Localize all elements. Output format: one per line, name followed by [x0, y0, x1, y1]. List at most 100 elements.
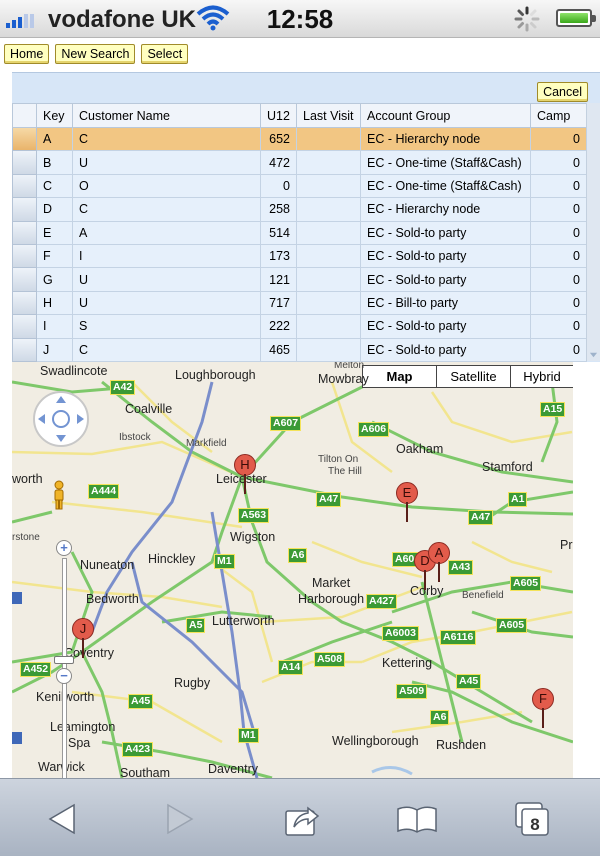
place-label: Wigston — [230, 530, 276, 544]
new-search-button[interactable]: New Search — [55, 44, 136, 64]
street-view-pegman-icon[interactable] — [52, 480, 66, 510]
road-shield: A563 — [238, 508, 270, 523]
column-header-select — [12, 103, 37, 128]
row-selector[interactable] — [12, 267, 37, 292]
scroll-down-icon[interactable] — [589, 350, 598, 359]
map-marker-e[interactable]: E — [396, 482, 418, 524]
map-pan-control[interactable] — [32, 390, 90, 453]
last-visit-cell — [296, 126, 361, 152]
place-label: Kettering — [382, 656, 433, 670]
map-marker-a[interactable]: A — [428, 542, 450, 584]
key-cell: H — [36, 290, 73, 316]
map-marker-h[interactable]: H — [234, 454, 256, 496]
row-selector[interactable] — [12, 173, 37, 199]
table-scrollbar[interactable] — [586, 103, 600, 361]
map-type-map-button[interactable]: Map — [363, 366, 437, 387]
map-type-hybrid-button[interactable]: Hybrid — [511, 366, 573, 387]
place-label: Harborough — [298, 592, 365, 606]
tabs-icon[interactable]: 8 — [510, 799, 556, 839]
last-visit-cell — [296, 243, 361, 269]
u12-cell: 258 — [260, 197, 297, 222]
u12-cell: 472 — [260, 150, 297, 175]
column-header-customer-name[interactable]: Customer Name — [72, 103, 261, 128]
map-type-control: Map Satellite Hybrid — [362, 365, 573, 388]
account-group-cell: EC - Sold-to party — [360, 267, 531, 292]
column-header-u12[interactable]: U12 — [260, 103, 297, 128]
road-shield: A45 — [456, 674, 482, 689]
column-header-last-visit[interactable]: Last Visit — [296, 103, 361, 128]
road-shield: A42 — [110, 380, 136, 395]
key-cell: G — [36, 267, 73, 292]
place-label: Nuneaton — [80, 558, 135, 572]
place-label: Southam — [120, 766, 171, 778]
u12-cell: 717 — [260, 290, 297, 316]
zoom-in-icon[interactable]: + — [56, 540, 72, 556]
row-selector[interactable] — [12, 220, 37, 245]
table-row[interactable]: F I 173 EC - Sold-to party 0 — [12, 243, 587, 269]
account-group-cell: EC - Hierarchy node — [360, 126, 531, 152]
table-row[interactable]: B U 472 EC - One-time (Staff&Cash) 0 — [12, 150, 587, 175]
u12-cell: 222 — [260, 314, 297, 339]
table-row[interactable]: J C 465 EC - Sold-to party 0 — [12, 337, 587, 362]
cancel-button[interactable]: Cancel — [537, 82, 588, 102]
zoom-slider-handle[interactable] — [54, 656, 74, 664]
column-header-key[interactable]: Key — [36, 103, 73, 128]
map-marker-j[interactable]: J — [72, 618, 94, 660]
place-label: Pr — [560, 538, 573, 552]
forward-arrow-icon[interactable] — [156, 799, 202, 839]
customer-name-cell: C — [72, 197, 261, 222]
row-selector[interactable] — [12, 126, 37, 152]
last-visit-cell — [296, 314, 361, 339]
row-selector[interactable] — [12, 337, 37, 362]
account-group-cell: EC - Sold-to party — [360, 314, 531, 339]
u12-cell: 121 — [260, 267, 297, 292]
place-label: The Hill — [328, 466, 362, 477]
last-visit-cell — [296, 290, 361, 316]
road-shield: A47 — [316, 492, 342, 507]
back-arrow-icon[interactable] — [40, 799, 86, 839]
table-row[interactable]: I S 222 EC - Sold-to party 0 — [12, 314, 587, 339]
table-row[interactable]: C O 0 EC - One-time (Staff&Cash) 0 — [12, 173, 587, 199]
customer-name-cell: A — [72, 220, 261, 245]
place-label: Benefield — [462, 590, 504, 601]
customer-name-cell: U — [72, 267, 261, 292]
road-shield: M1 — [238, 728, 259, 743]
browser-toolbar: 8 — [0, 778, 600, 856]
row-selector[interactable] — [12, 314, 37, 339]
map-view[interactable]: Map Satellite Hybrid Swadlincote Loughbo… — [12, 362, 573, 778]
map-zoom-control[interactable]: + − — [54, 540, 74, 778]
table-row[interactable]: H U 717 EC - Bill-to party 0 — [12, 290, 587, 316]
u12-cell: 514 — [260, 220, 297, 245]
zoom-out-icon[interactable]: − — [56, 668, 72, 684]
row-selector[interactable] — [12, 243, 37, 269]
home-button[interactable]: Home — [4, 44, 50, 64]
key-cell: D — [36, 197, 73, 222]
top-button-bar: Home New Search Select — [4, 44, 189, 64]
row-selector[interactable] — [12, 150, 37, 175]
column-header-camp[interactable]: Camp — [530, 103, 587, 128]
place-label: Oakham — [396, 442, 444, 456]
account-group-cell: EC - One-time (Staff&Cash) — [360, 173, 531, 199]
map-marker-f[interactable]: F — [532, 688, 554, 730]
place-label: Rushden — [436, 738, 487, 752]
select-button[interactable]: Select — [141, 44, 189, 64]
map-type-satellite-button[interactable]: Satellite — [437, 366, 511, 387]
table-row[interactable]: E A 514 EC - Sold-to party 0 — [12, 220, 587, 245]
row-selector[interactable] — [12, 197, 37, 222]
table-row[interactable]: G U 121 EC - Sold-to party 0 — [12, 267, 587, 292]
road-shield: A6 — [430, 710, 450, 725]
road-shield: A605 — [510, 576, 542, 591]
customer-name-cell: O — [72, 173, 261, 199]
tabs-count: 8 — [530, 815, 539, 834]
column-header-account-group[interactable]: Account Group — [360, 103, 531, 128]
bookmarks-icon[interactable] — [394, 799, 440, 839]
key-cell: E — [36, 220, 73, 245]
road-shield: A605 — [496, 618, 528, 633]
road-shield: A47 — [468, 510, 494, 525]
customer-list-panel: Cancel Key Customer Name U12 Last Visit … — [12, 72, 600, 362]
share-icon[interactable] — [278, 799, 324, 839]
row-selector[interactable] — [12, 290, 37, 316]
table-row[interactable]: A C 652 EC - Hierarchy node 0 — [12, 126, 587, 152]
table-row[interactable]: D C 258 EC - Hierarchy node 0 — [12, 197, 587, 222]
place-label: rstone — [12, 532, 40, 543]
